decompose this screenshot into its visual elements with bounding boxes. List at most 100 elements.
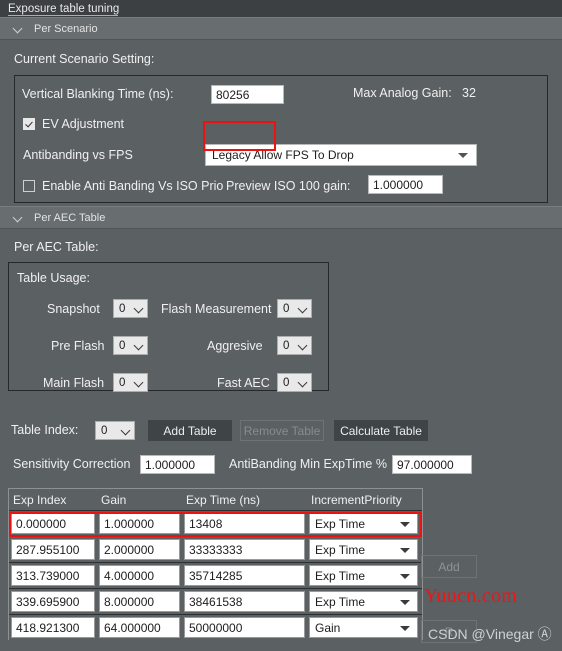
table-row: 0.000000 1.000000 13408 Exp Time bbox=[9, 510, 422, 536]
cell-exp-index: 0.000000 bbox=[9, 513, 97, 534]
cell-gain: 64.000000 bbox=[97, 617, 182, 638]
exp-time-input[interactable]: 50000000 bbox=[184, 617, 305, 638]
increment-priority-combobox[interactable]: Exp Time bbox=[309, 539, 418, 560]
usage-main-flash-combobox[interactable]: 0 bbox=[113, 373, 148, 392]
gain-input[interactable]: 2.000000 bbox=[99, 539, 180, 560]
cell-exp-index: 418.921300 bbox=[9, 617, 97, 638]
usage-fast-aec-combobox[interactable]: 0 bbox=[277, 373, 312, 392]
usage-aggressive-label: Aggresive bbox=[207, 339, 263, 353]
grid-header-row: Exp Index Gain Exp Time (ns) IncrementPr… bbox=[9, 489, 422, 510]
usage-flash-measurement-label: Flash Measurement bbox=[161, 302, 272, 316]
usage-flash-measurement-combobox[interactable]: 0 bbox=[277, 299, 312, 318]
usage-aggressive-combobox[interactable]: 0 bbox=[277, 336, 312, 355]
table-index-value: 0 bbox=[101, 424, 108, 437]
exp-index-input[interactable]: 339.695900 bbox=[11, 591, 95, 612]
cell-gain: 8.000000 bbox=[97, 591, 182, 612]
usage-pre-flash-combobox[interactable]: 0 bbox=[113, 336, 148, 355]
chevron-down-icon bbox=[297, 303, 308, 314]
grid-header-gain: Gain bbox=[101, 492, 127, 507]
gain-input[interactable]: 4.000000 bbox=[99, 565, 180, 586]
increment-priority-value: Gain bbox=[315, 620, 341, 635]
ev-adjustment-checkbox[interactable] bbox=[23, 118, 35, 130]
max-analog-gain-value: 32 bbox=[462, 86, 476, 100]
increment-priority-value: Exp Time bbox=[315, 568, 366, 583]
exp-index-input[interactable]: 313.739000 bbox=[11, 565, 95, 586]
grid-header-increment-priority: IncrementPriority bbox=[311, 492, 402, 507]
usage-fast-aec-value: 0 bbox=[283, 376, 290, 389]
vertical-blanking-label: Vertical Blanking Time (ns): bbox=[22, 87, 174, 101]
chevron-down-icon bbox=[400, 573, 410, 579]
usage-main-flash-value: 0 bbox=[119, 376, 126, 389]
add-row-button[interactable]: Add bbox=[421, 555, 477, 578]
exp-index-input[interactable]: 287.955100 bbox=[11, 539, 95, 560]
scenario-groupbox: Vertical Blanking Time (ns): 80256 Max A… bbox=[14, 75, 548, 203]
watermark-yuucn: Yuucn.com bbox=[424, 585, 518, 607]
enable-anti-banding-checkbox[interactable] bbox=[23, 180, 35, 192]
table-index-combobox[interactable]: 0 bbox=[95, 421, 135, 440]
gain-input[interactable]: 64.000000 bbox=[99, 617, 180, 638]
antibanding-min-exptime-input[interactable]: 97.000000 bbox=[392, 455, 472, 474]
cell-gain: 4.000000 bbox=[97, 565, 182, 586]
preview-iso-input[interactable]: 1.000000 bbox=[368, 175, 443, 194]
table-row: 287.955100 2.000000 33333333 Exp Time bbox=[9, 536, 422, 562]
cell-exp-index: 339.695900 bbox=[9, 591, 97, 612]
sensitivity-correction-input[interactable]: 1.000000 bbox=[140, 455, 215, 474]
exp-index-input[interactable]: 0.000000 bbox=[11, 513, 95, 534]
exp-index-input[interactable]: 418.921300 bbox=[11, 617, 95, 638]
add-table-button[interactable]: Add Table bbox=[148, 420, 232, 441]
chevron-down-icon bbox=[400, 547, 410, 553]
increment-priority-value: Exp Time bbox=[315, 516, 366, 531]
chevron-down-icon bbox=[297, 377, 308, 388]
exp-time-input[interactable]: 13408 bbox=[184, 513, 305, 534]
increment-priority-combobox[interactable]: Exp Time bbox=[309, 565, 418, 586]
chevron-down-icon bbox=[12, 211, 25, 224]
gain-input[interactable]: 1.000000 bbox=[99, 513, 180, 534]
vertical-blanking-row: Vertical Blanking Time (ns): 80256 Max A… bbox=[15, 76, 547, 112]
usage-main-flash-label: Main Flash bbox=[43, 376, 105, 390]
sensitivity-correction-label: Sensitivity Correction bbox=[13, 457, 131, 471]
table-index-row: Table Index: 0 Add Table Remove Table Ca… bbox=[0, 419, 562, 443]
ev-adjustment-row[interactable]: EV Adjustment bbox=[23, 117, 124, 131]
increment-priority-combobox[interactable]: Exp Time bbox=[309, 591, 418, 612]
per-scenario-body: Current Scenario Setting: Vertical Blank… bbox=[0, 40, 562, 206]
watermark-csdn: CSDN @Vinegar Ⓐ bbox=[428, 626, 552, 642]
exp-time-input[interactable]: 38461538 bbox=[184, 591, 305, 612]
vertical-blanking-input[interactable]: 80256 bbox=[211, 85, 284, 104]
grid-header-exp-time: Exp Time (ns) bbox=[186, 492, 261, 507]
cell-increment-priority: Gain bbox=[307, 617, 420, 638]
exp-time-input[interactable]: 33333333 bbox=[184, 539, 305, 560]
chevron-down-icon bbox=[400, 599, 410, 605]
cell-gain: 2.000000 bbox=[97, 539, 182, 560]
increment-priority-combobox[interactable]: Gain bbox=[309, 617, 418, 638]
exposure-table-tuning-window: Exposure table tuning Per Scenario Curre… bbox=[0, 0, 562, 651]
section-header-per-scenario[interactable]: Per Scenario bbox=[0, 17, 562, 40]
section-header-per-aec-table[interactable]: Per AEC Table bbox=[0, 206, 562, 229]
max-analog-gain-label: Max Analog Gain: bbox=[353, 86, 452, 100]
usage-snapshot-combobox[interactable]: 0 bbox=[113, 299, 148, 318]
chevron-down-icon bbox=[120, 425, 131, 436]
per-aec-table-label: Per AEC Table: bbox=[14, 240, 99, 254]
increment-priority-combobox[interactable]: Exp Time bbox=[309, 513, 418, 534]
antibanding-vs-fps-value: Legacy Allow FPS To Drop bbox=[212, 148, 354, 162]
calculate-table-button[interactable]: Calculate Table bbox=[334, 420, 428, 441]
chevron-down-icon bbox=[133, 340, 144, 351]
table-index-label: Table Index: bbox=[11, 423, 79, 437]
antibanding-vs-fps-combobox[interactable]: Legacy Allow FPS To Drop bbox=[205, 144, 477, 166]
window-title: Exposure table tuning bbox=[8, 2, 120, 15]
usage-pre-flash-label: Pre Flash bbox=[51, 339, 105, 353]
exposure-table-grid: Exp Index Gain Exp Time (ns) IncrementPr… bbox=[8, 488, 423, 640]
table-usage-groupbox: Table Usage: Snapshot 0 Flash Measuremen… bbox=[8, 262, 329, 392]
chevron-down-icon bbox=[297, 340, 308, 351]
cell-increment-priority: Exp Time bbox=[307, 591, 420, 612]
exp-time-input[interactable]: 35714285 bbox=[184, 565, 305, 586]
increment-priority-value: Exp Time bbox=[315, 542, 366, 557]
gain-input[interactable]: 8.000000 bbox=[99, 591, 180, 612]
table-row: 313.739000 4.000000 35714285 Exp Time bbox=[9, 562, 422, 588]
chevron-down-icon bbox=[400, 625, 410, 631]
current-scenario-setting-label: Current Scenario Setting: bbox=[14, 52, 155, 66]
window-titlebar: Exposure table tuning bbox=[0, 0, 562, 17]
usage-snapshot-label: Snapshot bbox=[47, 302, 100, 316]
table-row: 418.921300 64.000000 50000000 Gain bbox=[9, 614, 422, 640]
chevron-down-icon bbox=[458, 153, 468, 158]
remove-table-button: Remove Table bbox=[240, 420, 324, 441]
